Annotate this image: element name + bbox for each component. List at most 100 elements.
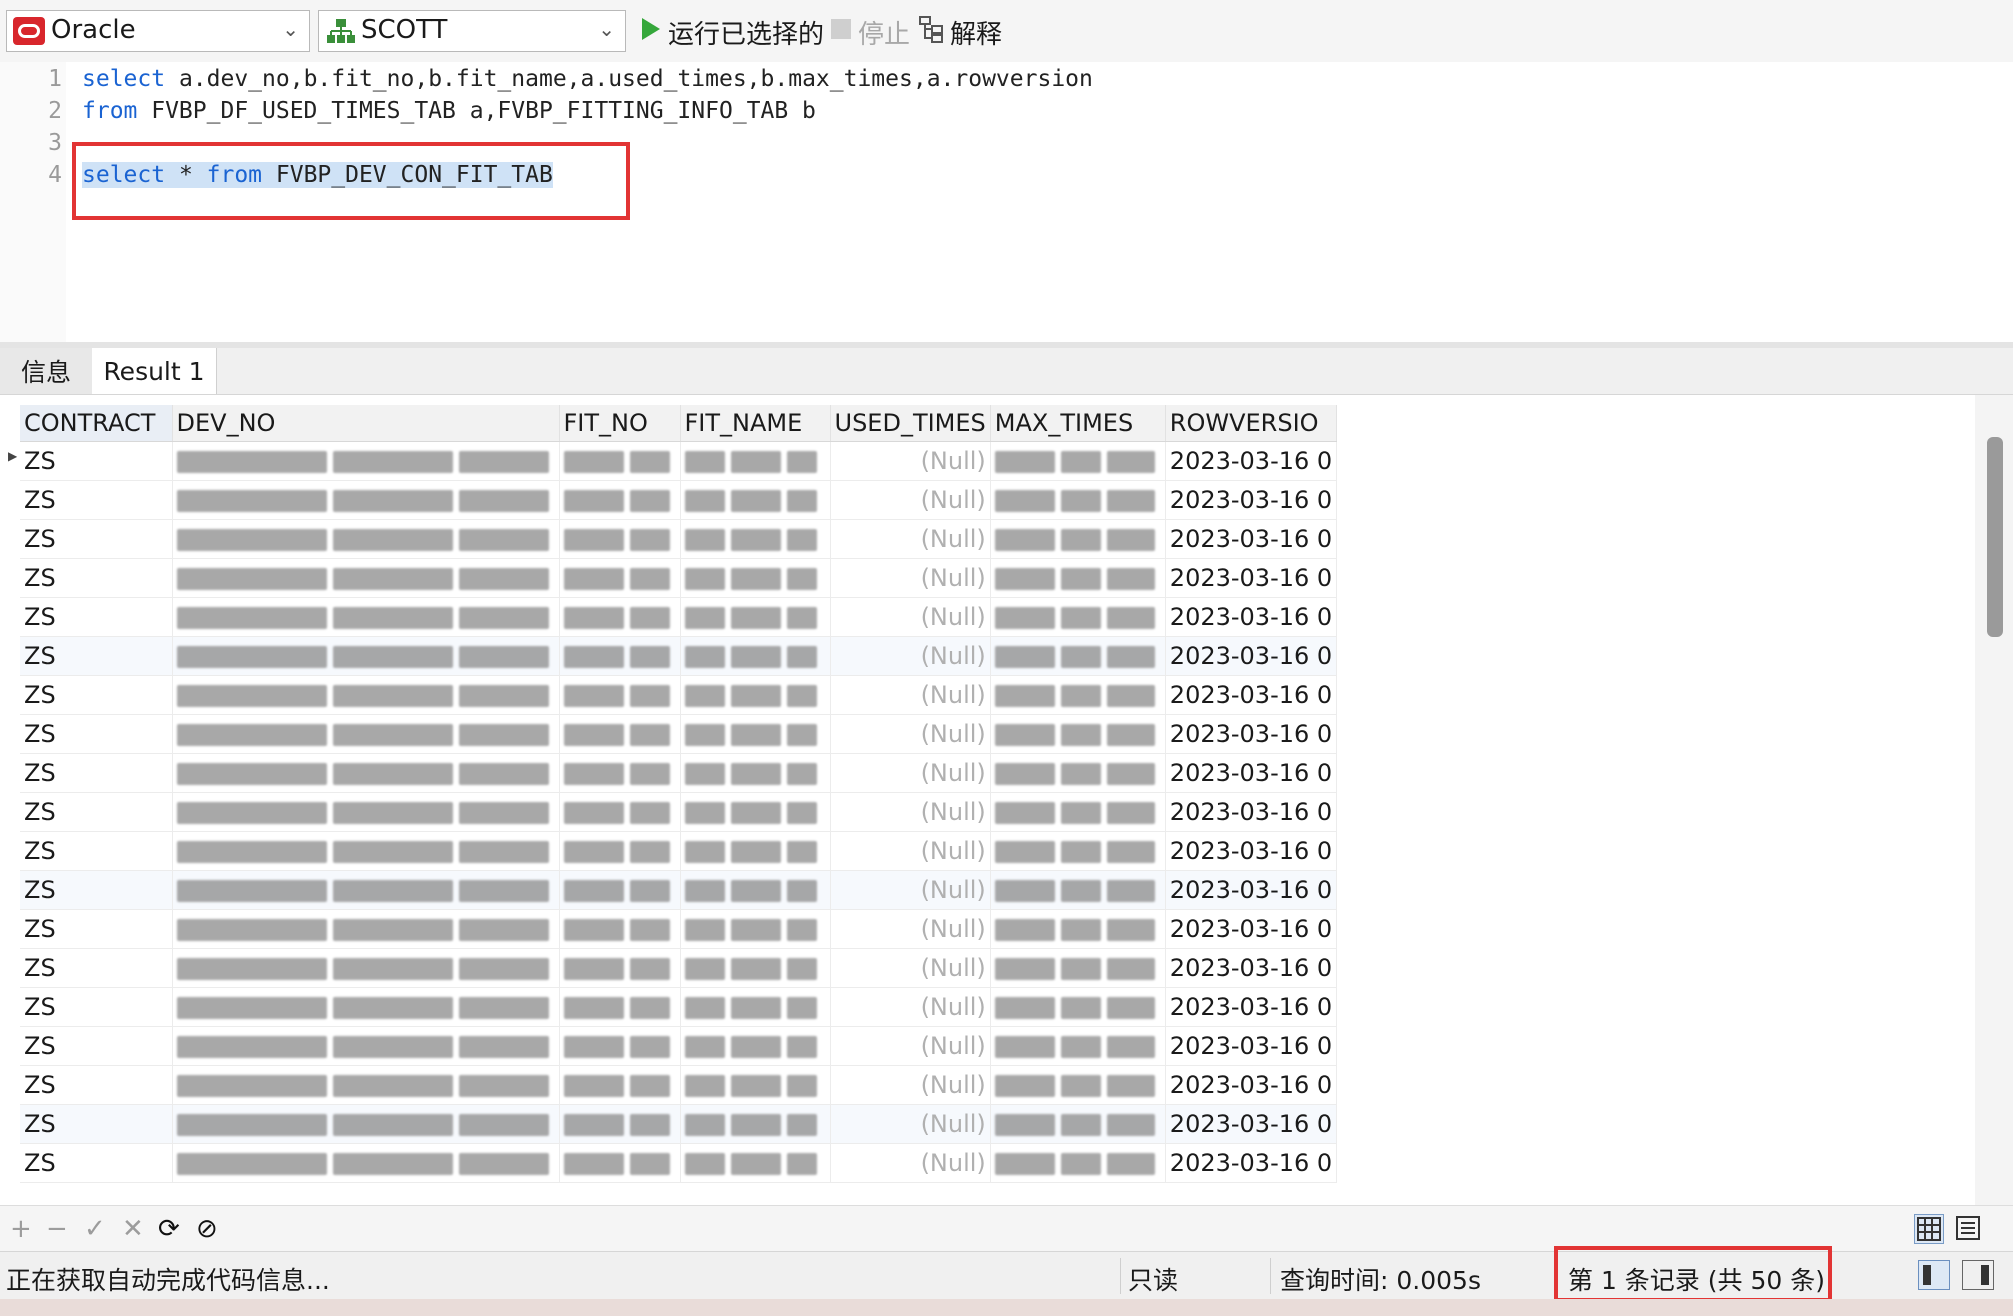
table-cell[interactable] <box>990 714 1166 754</box>
table-cell[interactable]: 2023-03-16 0 <box>1165 753 1338 793</box>
table-cell[interactable] <box>172 675 560 715</box>
table-cell[interactable]: 2023-03-16 0 <box>1165 714 1338 754</box>
table-cell[interactable] <box>680 909 831 949</box>
table-cell[interactable]: 2023-03-16 0 <box>1165 558 1338 598</box>
table-cell[interactable] <box>559 987 681 1027</box>
tab-result-1[interactable]: Result 1 <box>92 348 217 394</box>
column-header[interactable]: FIT_NO <box>559 405 681 442</box>
table-cell[interactable]: ZS <box>20 675 173 715</box>
table-cell[interactable] <box>172 480 560 520</box>
table-cell[interactable]: ZS <box>20 870 173 910</box>
table-cell[interactable] <box>680 558 831 598</box>
add-record-icon[interactable]: + <box>10 1214 32 1244</box>
table-cell[interactable]: 2023-03-16 0 <box>1165 480 1338 520</box>
table-cell[interactable]: 2023-03-16 0 <box>1165 792 1338 832</box>
table-cell[interactable]: ZS <box>20 480 173 520</box>
table-cell[interactable] <box>680 675 831 715</box>
schema-select[interactable]: SCOTT ⌄ <box>318 10 626 52</box>
table-cell[interactable]: (Null) <box>830 597 991 637</box>
table-row[interactable]: ZS (Null) 2023-03-16 0 <box>20 1026 1338 1066</box>
table-cell[interactable]: (Null) <box>830 870 991 910</box>
explain-button[interactable]: 解释 <box>918 12 1002 52</box>
table-cell[interactable] <box>680 441 831 481</box>
column-header[interactable]: DEV_NO <box>172 405 560 442</box>
table-cell[interactable] <box>680 1065 831 1105</box>
table-cell[interactable]: ZS <box>20 792 173 832</box>
table-cell[interactable]: ZS <box>20 987 173 1027</box>
table-cell[interactable] <box>559 558 681 598</box>
table-cell[interactable]: ZS <box>20 597 173 637</box>
table-row[interactable]: ZS (Null) 2023-03-16 0 <box>20 480 1338 520</box>
table-cell[interactable]: 2023-03-16 0 <box>1165 636 1338 676</box>
table-cell[interactable] <box>559 831 681 871</box>
table-cell[interactable] <box>172 870 560 910</box>
stop-button[interactable]: 停止 <box>830 12 910 52</box>
table-cell[interactable] <box>172 714 560 754</box>
table-row[interactable]: ZS (Null) 2023-03-16 0 <box>20 948 1338 988</box>
table-cell[interactable]: ZS <box>20 948 173 988</box>
table-cell[interactable] <box>990 519 1166 559</box>
table-cell[interactable]: ZS <box>20 558 173 598</box>
column-header[interactable]: MAX_TIMES <box>990 405 1166 442</box>
table-cell[interactable] <box>172 987 560 1027</box>
table-cell[interactable]: ZS <box>20 1065 173 1105</box>
sql-editor[interactable]: 1 2 3 4 select a.dev_no,b.fit_no,b.fit_n… <box>0 62 2013 342</box>
table-cell[interactable] <box>559 909 681 949</box>
table-row[interactable]: ZS (Null) 2023-03-16 0 <box>20 1104 1338 1144</box>
table-cell[interactable]: 2023-03-16 0 <box>1165 831 1338 871</box>
table-cell[interactable]: ZS <box>20 636 173 676</box>
table-row[interactable]: ZS (Null) 2023-03-16 0 <box>20 597 1338 637</box>
table-cell[interactable] <box>172 1143 560 1183</box>
table-cell[interactable]: 2023-03-16 0 <box>1165 1143 1338 1183</box>
table-cell[interactable] <box>172 948 560 988</box>
table-cell[interactable] <box>990 987 1166 1027</box>
table-cell[interactable] <box>990 870 1166 910</box>
table-cell[interactable]: (Null) <box>830 519 991 559</box>
table-cell[interactable]: 2023-03-16 0 <box>1165 987 1338 1027</box>
table-cell[interactable] <box>680 831 831 871</box>
table-row[interactable]: ZS (Null) 2023-03-16 0 <box>20 714 1338 754</box>
table-cell[interactable] <box>680 597 831 637</box>
run-selected-button[interactable]: 运行已选择的 <box>640 12 824 52</box>
table-cell[interactable] <box>990 1104 1166 1144</box>
table-cell[interactable] <box>172 1065 560 1105</box>
table-cell[interactable] <box>559 675 681 715</box>
table-row[interactable]: ZS (Null) 2023-03-16 0 <box>20 831 1338 871</box>
table-cell[interactable] <box>990 831 1166 871</box>
table-cell[interactable] <box>990 1065 1166 1105</box>
table-cell[interactable] <box>990 1026 1166 1066</box>
table-cell[interactable] <box>559 1026 681 1066</box>
table-cell[interactable] <box>559 636 681 676</box>
column-header[interactable]: CONTRACT <box>20 405 173 442</box>
table-cell[interactable] <box>680 1104 831 1144</box>
table-cell[interactable] <box>680 714 831 754</box>
table-cell[interactable] <box>680 1026 831 1066</box>
table-cell[interactable] <box>680 636 831 676</box>
result-grid[interactable]: ▶ CONTRACT DEV_NO FIT_NO FIT_NAME USED_T… <box>0 395 1975 1205</box>
table-cell[interactable] <box>680 753 831 793</box>
table-cell[interactable] <box>559 792 681 832</box>
table-cell[interactable] <box>680 519 831 559</box>
table-cell[interactable] <box>990 675 1166 715</box>
table-cell[interactable]: (Null) <box>830 1143 991 1183</box>
table-cell[interactable]: 2023-03-16 0 <box>1165 870 1338 910</box>
table-cell[interactable] <box>990 480 1166 520</box>
scrollbar-thumb[interactable] <box>1987 437 2003 637</box>
table-cell[interactable]: 2023-03-16 0 <box>1165 519 1338 559</box>
column-header[interactable]: ROWVERSIO <box>1165 405 1338 442</box>
table-cell[interactable]: ZS <box>20 441 173 481</box>
table-cell[interactable]: ZS <box>20 1143 173 1183</box>
table-cell[interactable]: 2023-03-16 0 <box>1165 1104 1338 1144</box>
connection-select[interactable]: Oracle ⌄ <box>6 10 310 52</box>
table-cell[interactable] <box>990 597 1166 637</box>
tab-info[interactable]: 信息 <box>0 348 93 394</box>
table-cell[interactable] <box>172 909 560 949</box>
table-cell[interactable]: ZS <box>20 714 173 754</box>
refresh-icon[interactable]: ⟳ <box>158 1214 180 1244</box>
form-view-icon[interactable] <box>1954 1214 1984 1244</box>
table-cell[interactable] <box>172 1104 560 1144</box>
table-cell[interactable]: 2023-03-16 0 <box>1165 1065 1338 1105</box>
table-cell[interactable] <box>172 441 560 481</box>
table-cell[interactable] <box>680 987 831 1027</box>
apply-changes-icon[interactable]: ✓ <box>84 1214 106 1244</box>
